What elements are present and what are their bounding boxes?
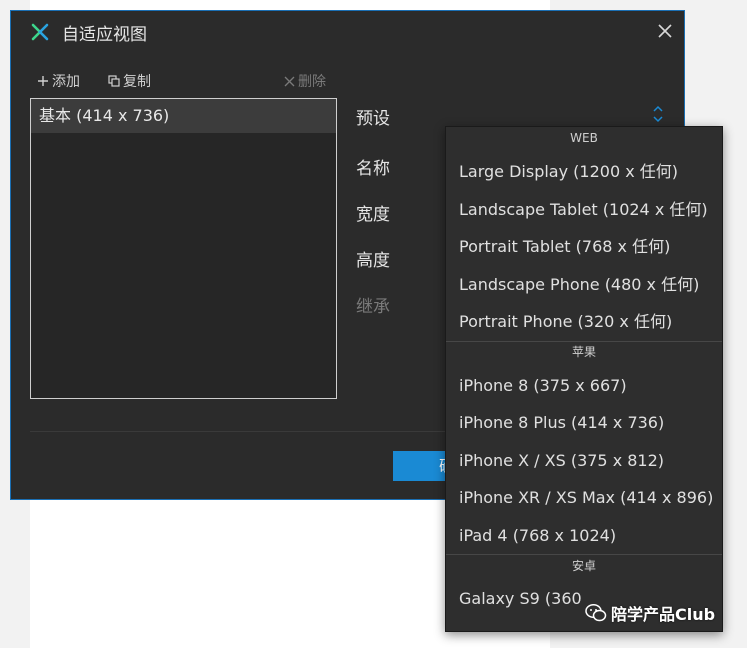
copy-view-button[interactable]: 复制 [108, 71, 151, 91]
copy-view-label: 复制 [123, 74, 151, 90]
menu-group-android: 安卓 [446, 554, 722, 576]
menu-group-web-header: WEB [570, 131, 598, 145]
watermark-text: 陪学产品Club [611, 605, 716, 624]
dialog-title: 自适应视图 [62, 25, 147, 45]
menu-item-portrait-tablet[interactable]: Portrait Tablet (768 x 任何) [446, 228, 722, 266]
dropdown-arrows-icon [653, 105, 663, 123]
menu-item-iphone-8-plus[interactable]: iPhone 8 Plus (414 x 736) [446, 404, 722, 442]
view-item-base[interactable]: 基本 (414 x 736) [31, 99, 336, 133]
menu-item-iphone-x-xs[interactable]: iPhone X / XS (375 x 812) [446, 442, 722, 480]
preset-dropdown[interactable] [448, 101, 668, 128]
inherit-label: 继承 [356, 297, 390, 317]
preset-dropdown-menu: WEB Large Display (1200 x 任何) Landscape … [445, 126, 723, 632]
menu-item-large-display[interactable]: Large Display (1200 x 任何) [446, 153, 722, 191]
delete-icon [284, 76, 295, 86]
menu-group-android-header: 安卓 [571, 558, 596, 573]
plus-icon [38, 76, 48, 86]
axure-logo-icon [31, 23, 49, 41]
add-view-button[interactable]: 添加 [37, 71, 80, 91]
menu-group-web: WEB [446, 127, 722, 149]
copy-icon [108, 75, 120, 87]
menu-item-portrait-phone[interactable]: Portrait Phone (320 x 任何) [446, 303, 722, 341]
delete-view-label: 删除 [298, 74, 326, 90]
add-view-label: 添加 [52, 74, 80, 90]
wechat-icon [585, 603, 607, 622]
watermark: 陪学产品Club [585, 601, 715, 625]
width-label: 宽度 [356, 205, 390, 225]
name-label: 名称 [356, 159, 390, 179]
views-list: 基本 (414 x 736) [30, 98, 337, 399]
menu-item-landscape-tablet[interactable]: Landscape Tablet (1024 x 任何) [446, 191, 722, 229]
menu-item-ipad-4[interactable]: iPad 4 (768 x 1024) [446, 517, 722, 555]
preset-label: 预设 [356, 109, 390, 129]
menu-item-iphone-8[interactable]: iPhone 8 (375 x 667) [446, 367, 722, 405]
delete-view-button[interactable]: 删除 [284, 71, 326, 91]
menu-item-landscape-phone[interactable]: Landscape Phone (480 x 任何) [446, 266, 722, 304]
height-label: 高度 [356, 251, 390, 271]
menu-item-iphone-xr-xs-max[interactable]: iPhone XR / XS Max (414 x 896) [446, 479, 722, 517]
menu-group-apple-header: 苹果 [571, 345, 596, 359]
menu-group-apple: 苹果 [446, 340, 722, 363]
close-icon[interactable] [656, 22, 674, 40]
